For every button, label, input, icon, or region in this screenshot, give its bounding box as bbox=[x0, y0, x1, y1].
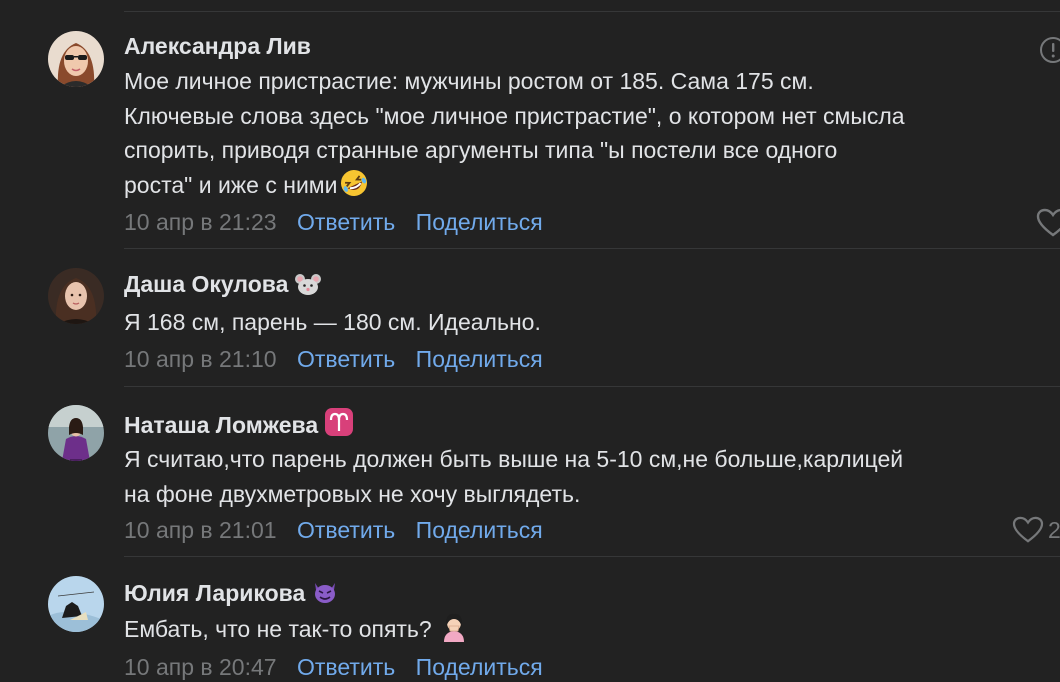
reply-button[interactable]: Ответить bbox=[297, 346, 395, 372]
comment-line: Я считаю,что парень должен быть выше на … bbox=[124, 446, 904, 472]
share-button[interactable]: Поделиться bbox=[416, 517, 543, 543]
comments-page: Александра Лив Мое личное пристрастие: м… bbox=[0, 0, 1060, 682]
avatar[interactable] bbox=[48, 405, 104, 461]
comment-date[interactable]: 10 апр в 21:23 bbox=[124, 209, 277, 235]
comment-author[interactable]: Юлия Ларикова bbox=[124, 579, 339, 611]
comment-author[interactable]: Наташа Ломжева bbox=[124, 407, 354, 443]
like-icon[interactable] bbox=[1036, 208, 1060, 243]
comment-date[interactable]: 10 апр в 20:47 bbox=[124, 654, 277, 680]
comment-meta: 10 апр в 21:10 Ответить Поделиться bbox=[124, 345, 543, 373]
comment-author[interactable]: Александра Лив bbox=[124, 32, 311, 60]
comment-text: Я 168 см, парень — 180 см. Идеально. bbox=[124, 305, 1060, 340]
comment-meta: 10 апр в 20:47 Ответить Поделиться bbox=[124, 653, 543, 681]
avatar[interactable] bbox=[48, 576, 104, 632]
share-button[interactable]: Поделиться bbox=[416, 209, 543, 235]
reply-button[interactable]: Ответить bbox=[297, 209, 395, 235]
author-name[interactable]: Александра Лив bbox=[124, 33, 311, 59]
author-name[interactable]: Наташа Ломжева bbox=[124, 412, 318, 438]
like-count: 2 bbox=[1048, 517, 1060, 543]
comment-text: Ембать, что не так-то опять? bbox=[124, 612, 1060, 652]
comment-meta: 10 апр в 21:23 Ответить Поделиться bbox=[124, 208, 543, 236]
rolling-on-floor-laughing-icon bbox=[339, 168, 369, 208]
reply-button[interactable]: Ответить bbox=[297, 517, 395, 543]
comment-line: на фоне двухметровых не хочу выглядеть. bbox=[124, 480, 581, 507]
comment-line: роста" и иже с ними bbox=[124, 171, 338, 198]
comment-divider bbox=[124, 386, 1060, 387]
comment-date[interactable]: 10 апр в 21:10 bbox=[124, 346, 277, 372]
avatar[interactable] bbox=[48, 268, 104, 324]
comment-line: спорить, приводя странные аргументы типа… bbox=[124, 137, 838, 163]
comment-line: Ембать, что не так-то опять? bbox=[124, 616, 432, 642]
comment-line: Ключевые слова здесь "мое личное пристра… bbox=[124, 102, 905, 129]
share-button[interactable]: Поделиться bbox=[416, 654, 543, 680]
comment-divider bbox=[124, 248, 1060, 249]
share-button[interactable]: Поделиться bbox=[416, 346, 543, 372]
author-name[interactable]: Даша Окулова bbox=[124, 271, 288, 297]
comment-date[interactable]: 10 апр в 21:01 bbox=[124, 517, 277, 543]
comment-line: Мое личное пристрастие: мужчины ростом о… bbox=[124, 68, 814, 94]
report-icon[interactable] bbox=[1038, 35, 1060, 70]
comment-meta: 10 апр в 21:01 Ответить Поделиться bbox=[124, 516, 543, 544]
author-name[interactable]: Юлия Ларикова bbox=[124, 580, 305, 606]
like-icon[interactable] bbox=[1012, 516, 1044, 549]
comment-divider bbox=[124, 556, 1060, 557]
comment-text: Я считаю,что парень должен быть выше на … bbox=[124, 442, 1060, 511]
aries-icon bbox=[324, 407, 354, 443]
smiling-face-with-horns-icon bbox=[311, 579, 339, 611]
comment-author[interactable]: Даша Окулова bbox=[124, 270, 322, 302]
avatar[interactable] bbox=[48, 31, 104, 87]
woman-facepalming-icon bbox=[440, 612, 468, 652]
reply-button[interactable]: Ответить bbox=[297, 654, 395, 680]
mouse-face-icon bbox=[294, 272, 322, 302]
top-divider bbox=[124, 11, 1060, 12]
comment-line: Я 168 см, парень — 180 см. Идеально. bbox=[124, 309, 541, 335]
comment-text: Мое личное пристрастие: мужчины ростом о… bbox=[124, 64, 1060, 207]
